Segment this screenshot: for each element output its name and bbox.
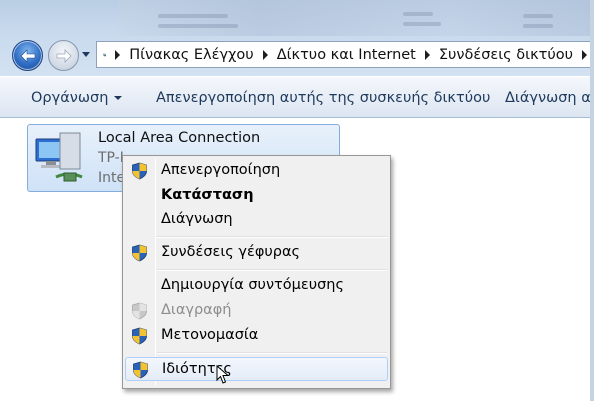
menu-item-label: Απενεργοποίηση (161, 162, 281, 178)
uac-shield-icon (132, 244, 147, 262)
breadcrumb-network-connections[interactable]: Συνδέσεις δικτύου (439, 47, 573, 63)
forward-arrow-icon (56, 49, 72, 63)
breadcrumb-control-panel[interactable]: Πίνακας Ελέγχου (129, 47, 254, 63)
breadcrumb-separator[interactable] (262, 49, 268, 60)
address-bar[interactable]: Πίνακας Ελέγχου Δίκτυο και Internet Συνδ… (96, 41, 594, 68)
diagnose-button[interactable]: Διάγνωση αυ (505, 90, 594, 106)
control-panel-icon (103, 53, 107, 56)
menu-item-rename[interactable]: Μετονομασία (125, 324, 388, 348)
window-border (590, 0, 594, 401)
disable-device-button[interactable]: Απενεργοποίηση αυτής της συσκευής δικτύο… (156, 90, 490, 106)
menu-item-bridge-connections[interactable]: Συνδέσεις γέφυρας (125, 241, 388, 265)
menu-item-create-shortcut[interactable]: Δημιουργία συντόμευσης (125, 274, 388, 298)
uac-shield-icon (132, 327, 147, 345)
organize-button[interactable]: Οργάνωση (31, 90, 123, 106)
uac-shield-icon (132, 302, 147, 320)
connection-name: Local Area Connection (98, 130, 261, 146)
context-menu: Απενεργοποίηση Κατάσταση Διάγνωση Συνδέσ… (122, 155, 391, 389)
menu-separator (157, 236, 387, 238)
menu-item-label: Διάγνωση (161, 211, 233, 227)
menu-item-label: Μετονομασία (161, 327, 259, 343)
breadcrumb-separator[interactable] (115, 49, 121, 60)
network-adapter-icon (35, 132, 83, 182)
uac-shield-icon (133, 361, 148, 379)
menu-item-disable[interactable]: Απενεργοποίηση (125, 159, 388, 183)
menu-item-status[interactable]: Κατάσταση (125, 184, 388, 208)
title-bar-area: Πίνακας Ελέγχου Δίκτυο και Internet Συνδ… (0, 0, 594, 76)
command-bar: Οργάνωση Απενεργοποίηση αυτής της συσκευ… (0, 76, 594, 118)
breadcrumb-separator[interactable] (582, 49, 587, 60)
blurred-background-window (118, 0, 594, 36)
uac-shield-icon (132, 162, 147, 180)
menu-separator (157, 269, 387, 271)
menu-separator (157, 352, 387, 354)
back-arrow-icon (20, 49, 36, 63)
menu-item-label: Δημιουργία συντόμευσης (161, 277, 344, 293)
menu-item-label: Διαγραφή (161, 302, 232, 318)
breadcrumb-network-internet[interactable]: Δίκτυο και Internet (277, 47, 416, 63)
breadcrumb-separator[interactable] (424, 49, 430, 60)
forward-button[interactable] (48, 40, 79, 71)
organize-label: Οργάνωση (31, 90, 109, 106)
menu-item-label: Συνδέσεις γέφυρας (161, 244, 301, 260)
menu-item-delete[interactable]: Διαγραφή (125, 299, 388, 323)
back-button[interactable] (12, 40, 43, 71)
menu-item-diagnose[interactable]: Διάγνωση (125, 208, 388, 232)
chevron-down-icon (114, 96, 123, 100)
recent-pages-dropdown[interactable] (82, 52, 90, 57)
menu-item-properties[interactable]: Ιδιότητες (125, 357, 388, 381)
mouse-pointer-icon (216, 365, 230, 384)
menu-item-label: Κατάσταση (161, 187, 254, 203)
